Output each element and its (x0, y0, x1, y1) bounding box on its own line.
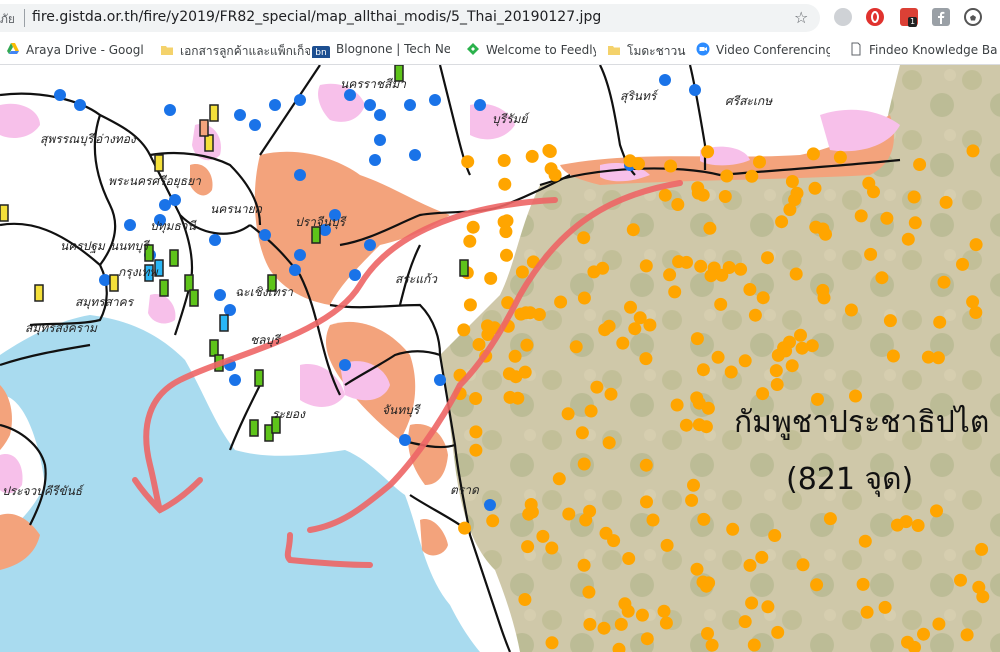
omnibox-divider (24, 9, 25, 27)
province-label: ประจวบคีรีขันธ์ (2, 484, 83, 498)
hotspot-count-label: (821 จุด) (786, 462, 914, 497)
bookmark-star-icon[interactable]: ☆ (794, 8, 808, 27)
opera-o-icon (871, 11, 879, 23)
bookmark-label: เอกสารลูกค้าและแพ็กเก็จ (180, 44, 310, 58)
province-label: จันทบุรี (382, 403, 420, 417)
feedly-icon (467, 43, 479, 55)
province-label: บุรีรัมย์ (492, 112, 528, 126)
bookmark-label: Welcome to Feedly (486, 43, 596, 57)
province-label: นครราชสีมา (340, 77, 406, 91)
address-bar-row: ภัย fire.gistda.or.th/fire/y2019/FR82_sp… (0, 0, 1000, 36)
bookmark-feedly[interactable]: Welcome to Feedly (466, 42, 596, 58)
bookmark-araya-drive[interactable]: Araya Drive - Google (6, 42, 144, 58)
todoist-extension-icon[interactable]: 1 (900, 8, 918, 27)
province-label: ปทุมธานี (150, 219, 196, 233)
soccer-extension-icon[interactable] (964, 8, 982, 26)
bookmark-blognone[interactable]: bn Blognone | Tech New (312, 42, 450, 58)
bookmarks-bar: Araya Drive - Google เอกสารลูกค้าและแพ็ก… (0, 36, 1000, 65)
fire-hotspot-map: สุพรรณบุรี อ่างทอง พระนครศรีอยุธยา ปทุมธ… (0, 65, 1000, 652)
bookmark-video-conferencing[interactable]: Video Conferencing, (696, 42, 830, 58)
province-label: ศรีสะเกษ (725, 94, 773, 108)
google-drive-icon (7, 43, 19, 54)
province-label: สุพรรณบุรี (40, 132, 94, 146)
province-label: สมุทรสาคร (75, 295, 134, 309)
blognone-icon: bn (312, 46, 330, 58)
province-label: นครนายก (210, 202, 262, 216)
soccer-ball-icon (970, 15, 976, 21)
province-label: อ่างทอง (95, 132, 136, 146)
province-label: ฉะเชิงเทรา (235, 285, 293, 299)
province-label: ชลบุรี (250, 333, 280, 347)
bookmark-label: Blognone | Tech New (336, 42, 450, 56)
facebook-extension-icon[interactable] (932, 8, 950, 26)
bookmark-customer-documents[interactable]: เอกสารลูกค้าและแพ็กเก็จ (160, 42, 310, 58)
bookmark-findeo[interactable]: Findeo Knowledge Ba (849, 42, 1000, 58)
province-label: นนทบุรี (110, 239, 149, 253)
extension-badge: 1 (908, 17, 918, 27)
province-label: พระนครศรีอยุธยา (108, 174, 201, 188)
cambodia-label: กัมพูชาประชาธิปไต (734, 405, 990, 440)
bookmark-label: Video Conferencing, (716, 43, 830, 57)
cloud-extension-icon[interactable] (834, 8, 852, 26)
document-icon (851, 42, 861, 56)
province-label: นครปฐม (60, 239, 105, 253)
bookmark-label: Araya Drive - Google (26, 43, 144, 57)
folder-icon (161, 46, 173, 55)
opera-extension-icon[interactable] (866, 8, 884, 26)
folder-icon (608, 46, 620, 55)
province-label: ตราด (450, 483, 479, 497)
bookmark-label: โมดะชาวน (627, 44, 686, 58)
bookmark-folder-2[interactable]: โมดะชาวน (607, 42, 687, 58)
map-labels-layer: สุพรรณบุรี อ่างทอง พระนครศรีอยุธยา ปทุมธ… (0, 65, 1000, 652)
video-camera-icon (696, 42, 710, 56)
province-label: กรุงเทพ (118, 265, 158, 279)
security-indicator[interactable]: ภัย (0, 10, 15, 29)
province-label: สุรินทร์ (620, 89, 657, 103)
province-label: สระแก้ว (395, 272, 437, 286)
province-label: ระยอง (272, 407, 305, 421)
facebook-f-icon (938, 11, 945, 24)
url-text[interactable]: fire.gistda.or.th/fire/y2019/FR82_specia… (32, 9, 601, 25)
bookmark-label: Findeo Knowledge Ba (869, 43, 998, 57)
province-label: ปราจีนบุรี (295, 215, 346, 229)
province-label: สมุทรสงคราม (25, 321, 97, 335)
